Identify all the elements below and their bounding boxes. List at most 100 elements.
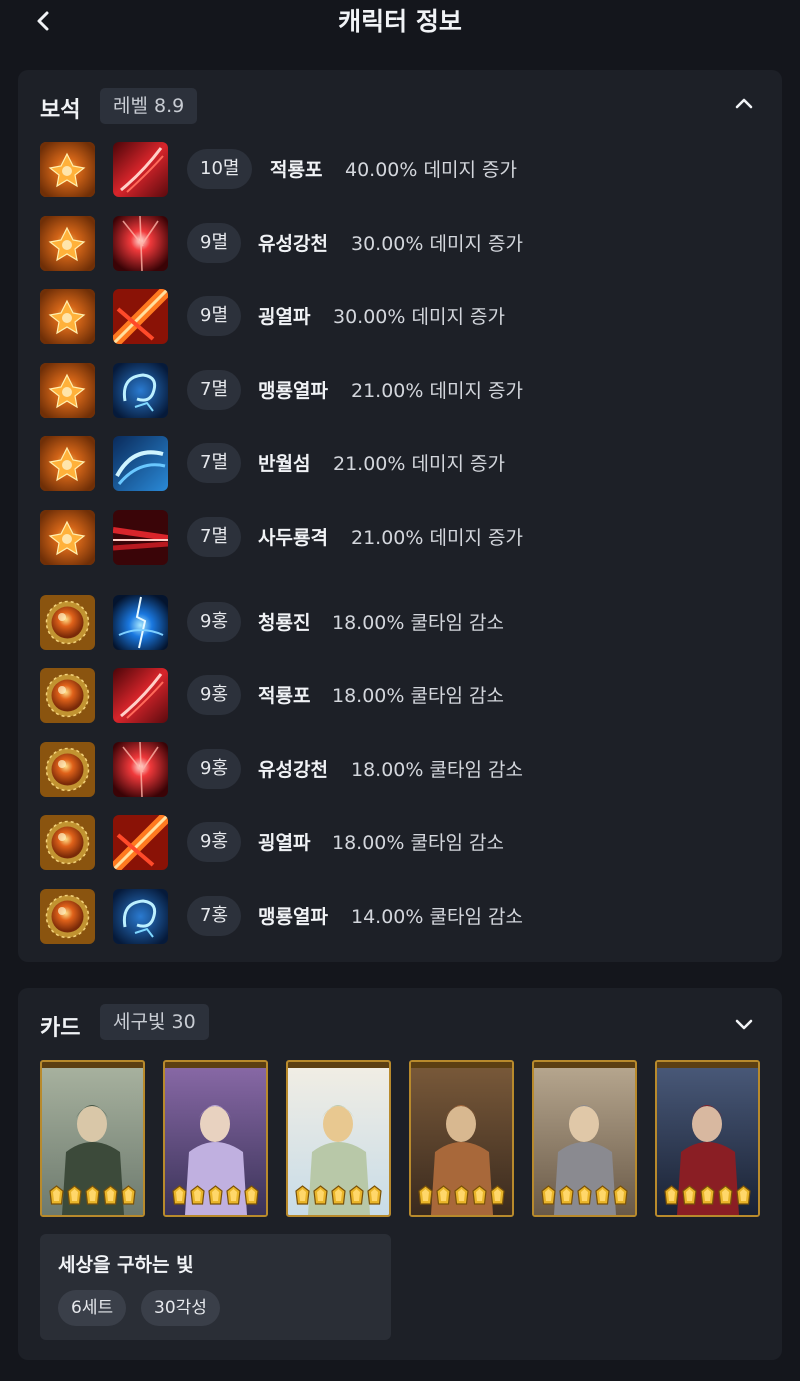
gem-level: 9홍 [187,749,242,789]
awakening-gem-icon [454,1185,469,1206]
skill-name: 청룡진 [258,612,311,634]
skill-name: 맹룡열파 [258,380,328,402]
gem-row[interactable]: 9홍 적룡포 18.00% 쿨타임 감소 [40,668,760,724]
blue-dragon-skill-icon [113,889,168,944]
skill-name: 맹룡열파 [258,906,328,928]
awakening-gem-icon [121,1185,136,1206]
awakening-gem-icon [49,1185,64,1206]
orb-gem-icon [40,815,95,870]
gem-level: 7홍 [187,896,242,936]
awakening-gem-icon [559,1185,574,1206]
awakening-gem-icon [472,1185,487,1206]
awakening-gem-icon [226,1185,241,1206]
fire-gem-icon [40,363,95,418]
fire-gem-icon [40,142,95,197]
gem-level: 9홍 [187,822,242,862]
gem-row[interactable]: 9멸 유성강천 30.00% 데미지 증가 [40,216,760,272]
gem-level: 7멸 [187,443,242,483]
awakening-gem-icon [736,1185,751,1206]
awakening-gem-icon [436,1185,451,1206]
orb-gem-icon [40,668,95,723]
skill-name: 유성강천 [258,233,328,255]
blue-lightning-skill-icon [113,595,168,650]
red-cross-skill-icon [113,815,168,870]
fire-gem-icon [40,289,95,344]
awakening-gem-icon [190,1185,205,1206]
gem-row[interactable]: 9홍 굉열파 18.00% 쿨타임 감소 [40,815,760,871]
gem-row[interactable]: 7멸 반월섬 21.00% 데미지 증가 [40,436,760,492]
awakening-gem-icon [613,1185,628,1206]
tarot-card[interactable] [163,1060,268,1217]
card-set-pieces: 6세트 [58,1290,127,1326]
gem-effect: 40.00% 데미지 증가 [345,159,517,181]
awakening-gem-icon [700,1185,715,1206]
skill-name: 유성강천 [258,759,328,781]
gem-row[interactable]: 9멸 굉열파 30.00% 데미지 증가 [40,289,760,345]
fire-gem-icon [40,510,95,565]
gem-row[interactable]: 7멸 맹룡열파 21.00% 데미지 증가 [40,363,760,419]
card-set-effect[interactable]: 세상을 구하는 빛 6세트 30각성 [40,1234,391,1340]
awakening-gem-icon [418,1185,433,1206]
gem-effect: 18.00% 쿨타임 감소 [332,832,504,854]
gem-collapse-button[interactable] [732,92,756,116]
card-set-name: 세상을 구하는 빛 [58,1254,194,1276]
blue-wave-skill-icon [113,436,168,491]
skill-name: 반월섬 [258,453,311,475]
awakening-gem-icon [682,1185,697,1206]
orb-gem-icon [40,742,95,797]
gem-row[interactable]: 9홍 유성강천 18.00% 쿨타임 감소 [40,742,760,798]
gem-row[interactable]: 10멸 적룡포 40.00% 데미지 증가 [40,142,760,198]
tarot-card[interactable] [286,1060,391,1217]
gem-effect: 18.00% 쿨타임 감소 [332,612,504,634]
gem-level: 7멸 [187,370,242,410]
chevron-up-icon [735,98,753,109]
gem-row[interactable]: 9홍 청룡진 18.00% 쿨타임 감소 [40,595,760,651]
gem-effect: 14.00% 쿨타임 감소 [351,906,523,928]
awakening-gem-icon [208,1185,223,1206]
gem-effect: 21.00% 데미지 증가 [333,453,505,475]
awakening-gem-icon [664,1185,679,1206]
gem-row[interactable]: 7홍 맹룡열파 14.00% 쿨타임 감소 [40,889,760,945]
gem-level: 10멸 [187,149,253,189]
gem-level: 9멸 [187,223,242,263]
orb-gem-icon [40,595,95,650]
red-burst-skill-icon [113,742,168,797]
tarot-card[interactable] [409,1060,514,1217]
card-set-badge: 세구빛 30 [100,1004,209,1040]
awakening-gem-icon [349,1185,364,1206]
gem-level: 9멸 [187,296,242,336]
awakening-gem-icon [331,1185,346,1206]
gem-level: 7멸 [187,517,242,557]
card-expand-button[interactable] [732,1012,756,1036]
awakening-gem-icon [103,1185,118,1206]
chevron-down-icon [735,1019,753,1030]
awakening-gem-icon [367,1185,382,1206]
awakening-gems [165,1185,266,1206]
tarot-card[interactable] [532,1060,637,1217]
top-bar: 캐릭터 정보 [0,0,800,62]
awakening-gem-icon [244,1185,259,1206]
skill-name: 굉열파 [258,306,311,328]
gem-effect: 18.00% 쿨타임 감소 [332,685,504,707]
skill-name: 적룡포 [258,685,311,707]
gem-row[interactable]: 7멸 사두룡격 21.00% 데미지 증가 [40,510,760,566]
fire-gem-icon [40,216,95,271]
gem-section-title: 보석 [40,98,81,123]
awakening-gems [288,1185,389,1206]
tarot-card[interactable] [40,1060,145,1217]
awakening-gem-icon [295,1185,310,1206]
awakening-gem-icon [313,1185,328,1206]
skill-name: 적룡포 [270,159,323,181]
red-thrust-skill-icon [113,510,168,565]
awakening-gem-icon [490,1185,505,1206]
awakening-gem-icon [595,1185,610,1206]
tarot-card[interactable] [655,1060,760,1217]
gem-level-badge: 레벨 8.9 [100,88,198,124]
gem-level: 9홍 [187,675,242,715]
skill-name: 굉열파 [258,832,311,854]
awakening-gems [534,1185,635,1206]
red-burst-skill-icon [113,216,168,271]
red-slash-skill-icon [113,668,168,723]
blue-dragon-skill-icon [113,363,168,418]
card-section-title: 카드 [40,1016,81,1041]
